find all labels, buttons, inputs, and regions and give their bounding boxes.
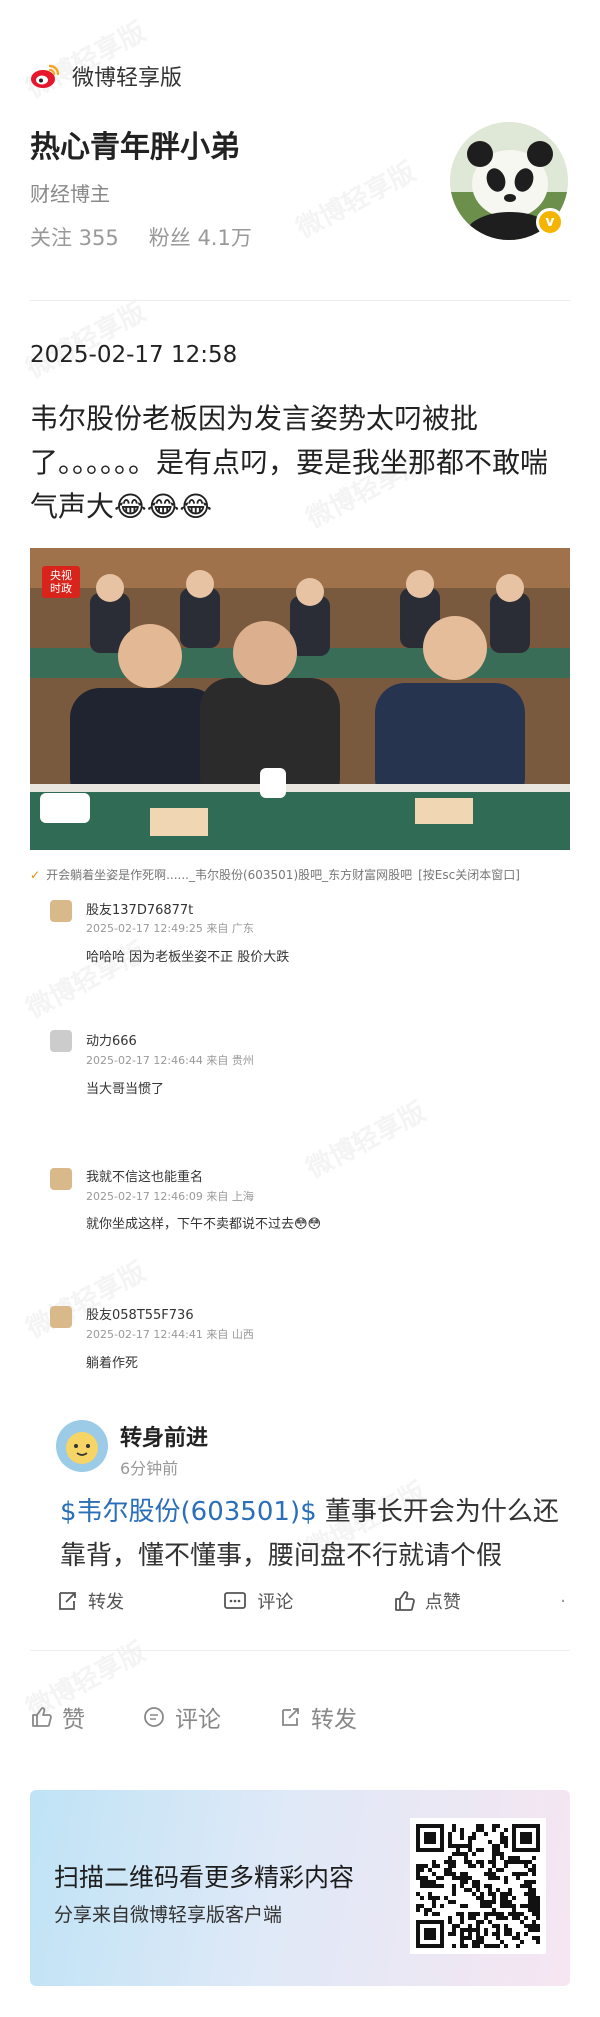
stock-tag-link[interactable]: $韦尔股份(603501)$ [60,1497,317,1527]
comment-meta: 2025-02-17 12:46:44 来自 贵州 [86,1054,254,1067]
qr-banner: 扫描二维码看更多精彩内容 分享来自微博轻享版客户端 [30,1790,570,1986]
comment-author: 动力666 [86,1034,137,1049]
more-icon[interactable]: · [560,1591,566,1612]
comment-icon [144,1707,164,1727]
post-image[interactable]: 央视 时政 [30,548,570,850]
thumbs-up-icon [394,1591,415,1611]
qr-code[interactable] [410,1818,546,1954]
user-avatar [50,1306,72,1328]
post-date: 2025-02-17 12:58 [30,342,238,368]
app-brand: 微博轻享版 [30,60,182,92]
thumbs-up-icon [32,1707,52,1727]
comment-label: 评论 [257,1592,294,1613]
like-label: 点赞 [424,1592,461,1613]
like-label: 赞 [62,1707,85,1733]
meeting-photo [30,548,570,850]
caption-text: 开会躺着坐姿是作死啊......_韦尔股份(603501)股吧_东方财富网股吧 [46,868,413,882]
user-avatar [50,1168,72,1190]
comment-button[interactable]: 评论 [223,1588,293,1614]
comment-author: 股友058T55F736 [86,1308,194,1323]
share-icon [282,1708,299,1726]
user-avatar [50,1030,72,1052]
cctv-logo: 央视 时政 [42,566,80,598]
cartoon-avatar-icon [66,1432,98,1464]
check-icon: ✓ [30,867,41,882]
watermark: 微博轻享版 [21,296,151,385]
repost-text: $韦尔股份(603501)$ 董事长开会为什么还靠背，懂不懂事，腰间盘不行就请个… [60,1490,570,1578]
comment-label: 评论 [175,1707,221,1733]
like-button[interactable]: 赞 [30,1700,85,1734]
repost-label: 转发 [88,1592,124,1613]
watermark: 微博轻享版 [301,1096,431,1185]
watermark: 微博轻享版 [291,156,421,245]
image-caption: ✓ 开会躺着坐姿是作死啊......_韦尔股份(603501)股吧_东方财富网股… [30,866,520,883]
divider [30,300,570,301]
comment-text: 就你坐成这样，下午不卖都说不过去😳😳 [86,1217,322,1232]
user-stats: 关注 355 粉丝 4.1万 [30,222,252,252]
banner-title: 扫描二维码看更多精彩内容 [54,1863,355,1892]
verified-badge-icon: v [536,208,564,236]
repost-author[interactable]: 转身前进 [120,1420,208,1452]
comment-meta: 2025-02-17 12:49:25 来自 广东 [86,922,254,935]
comment-author: 我就不信这也能重名 [86,1170,204,1185]
comment-author: 股友137D76877t [86,903,194,918]
user-avatar [50,900,72,922]
user-name[interactable]: 热心青年胖小弟 [30,122,240,166]
comment-meta: 2025-02-17 12:46:09 来自 上海 [86,1190,254,1203]
qr-code-icon [416,1824,540,1948]
comment-text: 当大哥当惯了 [86,1082,165,1097]
caption-hint: [按Esc关闭本窗口] [418,868,520,882]
post-text: 韦尔股份老板因为发言姿势太叼被批了。。。。。。是有点叼，要是我坐那都不敢喘气声大… [30,402,549,523]
brand-name: 微博轻享版 [72,66,183,91]
comment-button[interactable]: 评论 [143,1700,221,1734]
repost-avatar[interactable] [56,1420,108,1472]
repost-time: 6分钟前 [120,1459,179,1478]
post-action-bar: 赞 评论 转发 [30,1700,357,1734]
comment-meta: 2025-02-17 12:44:41 来自 山西 [86,1328,254,1341]
banner-subtitle: 分享来自微博轻享版客户端 [54,1904,283,1926]
comment-icon [224,1592,247,1609]
fans-count[interactable]: 粉丝 4.1万 [149,222,252,252]
weibo-logo-icon [31,64,60,88]
repost-label: 转发 [311,1707,357,1733]
repost-button[interactable]: 转发 [56,1588,124,1614]
user-type: 财经博主 [30,182,110,206]
like-button[interactable]: 点赞 [393,1588,461,1614]
repost-button[interactable]: 转发 [279,1700,357,1734]
repost-action-bar: 转发 评论 点赞 · [56,1588,566,1614]
divider [30,1650,570,1651]
follow-count[interactable]: 关注 355 [30,222,119,252]
share-icon [59,1592,76,1610]
comment-text: 躺着作死 [86,1356,139,1371]
comment-text: 哈哈哈 因为老板坐姿不正 股价大跌 [86,950,290,965]
